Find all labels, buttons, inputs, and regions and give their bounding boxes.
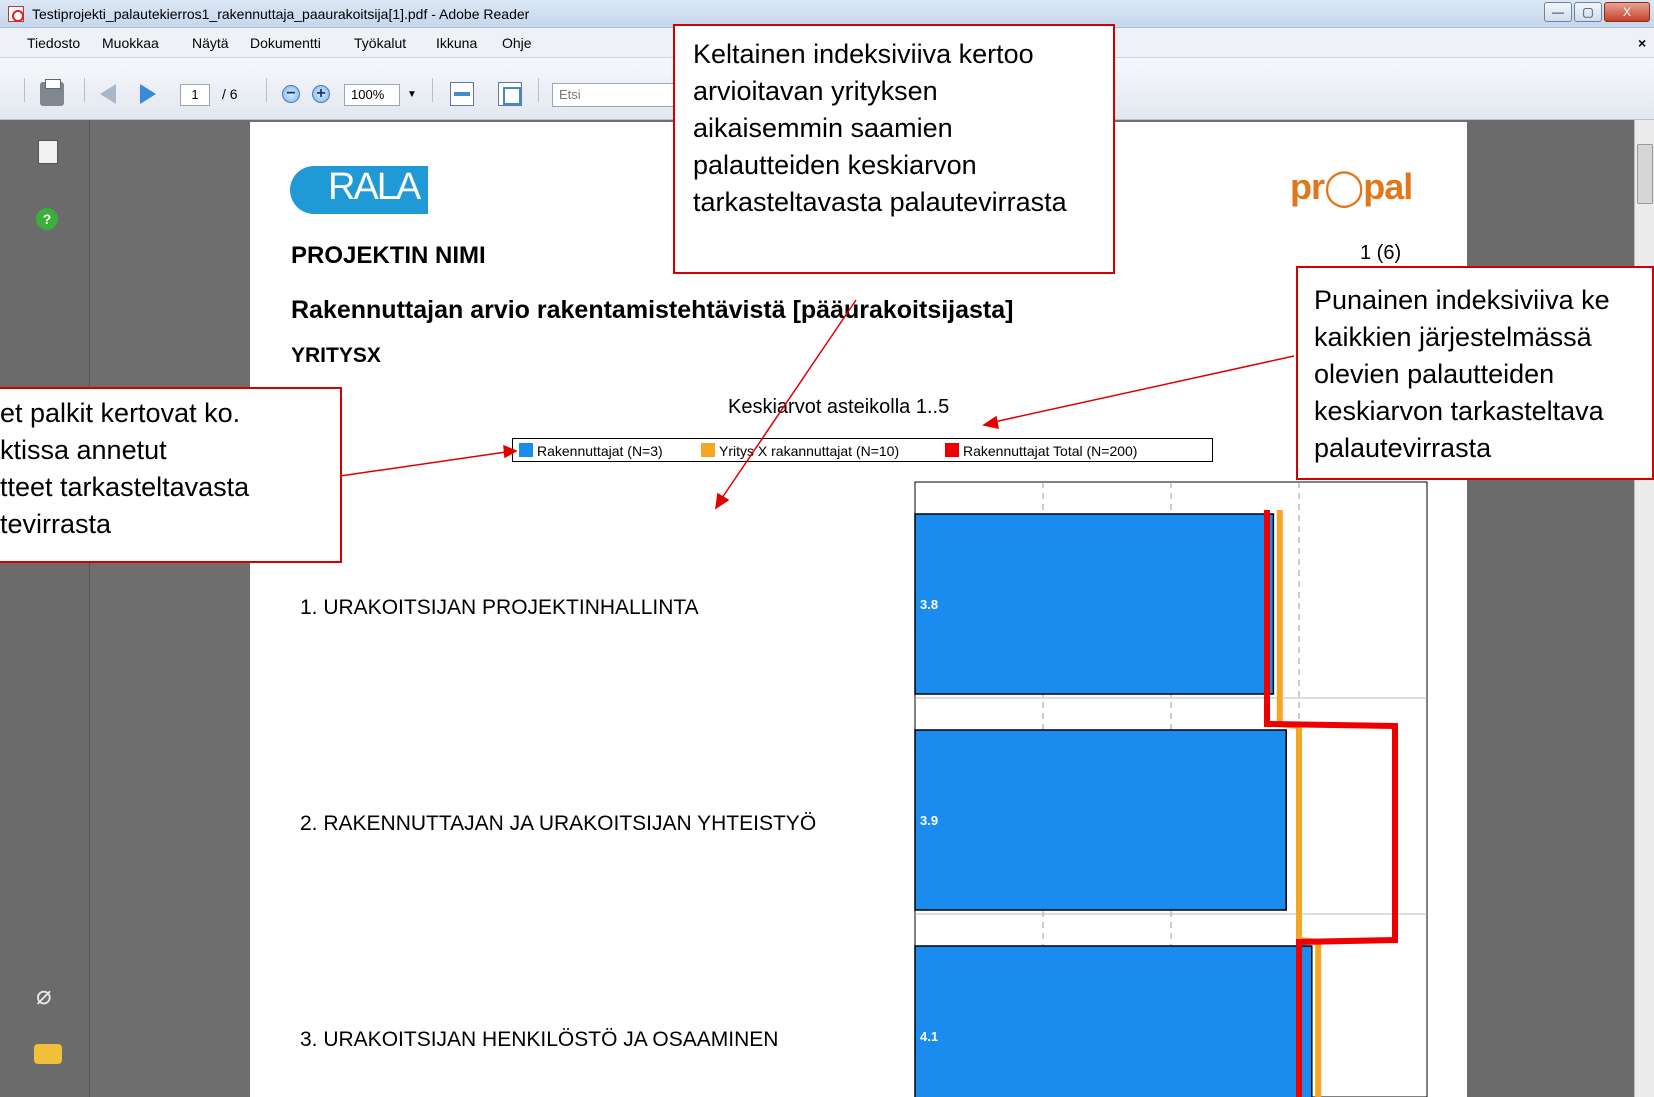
fit-width-icon[interactable]	[450, 82, 474, 106]
callout-line: et palkit kertovat ko.	[0, 398, 241, 428]
callout-blue-bars: et palkit kertovat ko. ktissa annetut tt…	[0, 387, 342, 563]
previous-page-icon[interactable]	[100, 82, 124, 106]
callout-line: olevien palautteiden	[1314, 359, 1555, 389]
page-number-input[interactable]: 1	[180, 84, 210, 106]
callout-line: ktissa annetut	[0, 435, 167, 465]
print-icon[interactable]	[40, 79, 64, 106]
scrollbar-thumb[interactable]	[1637, 144, 1653, 204]
callout-yellow-index: Keltainen indeksiviiva kertoo arvioitava…	[673, 24, 1115, 274]
minimize-button[interactable]: —	[1544, 2, 1572, 22]
navigation-panel: ? ⌀	[0, 120, 90, 1097]
toolbar-separator	[84, 78, 85, 102]
maximize-button[interactable]: ▢	[1574, 2, 1602, 22]
callout-line: kaikkien järjestelmässä	[1314, 322, 1592, 352]
zoom-select[interactable]: 100%	[344, 84, 400, 106]
window-title: Testiprojekti_palautekierros1_rakennutta…	[32, 6, 530, 22]
menu-dokumentti[interactable]: Dokumentti	[250, 35, 321, 51]
toolbar-separator	[432, 78, 433, 102]
toolbar-separator	[538, 78, 539, 102]
callout-line: keskiarvon tarkasteltava	[1314, 396, 1604, 426]
bar	[914, 513, 1275, 695]
menu-ikkuna[interactable]: Ikkuna	[436, 35, 477, 51]
bar	[914, 945, 1313, 1097]
bar-data-label: 4.1	[920, 1029, 938, 1044]
document-close-button[interactable]: ×	[1638, 35, 1646, 51]
callout-line: Punainen indeksiviiva ke	[1314, 285, 1610, 315]
bar	[914, 729, 1287, 911]
toolbar-separator	[24, 78, 25, 102]
bar-data-label: 3.8	[920, 597, 938, 612]
search-input[interactable]: Etsi	[552, 83, 682, 107]
toolbar-separator	[266, 78, 267, 102]
menu-muokkaa[interactable]: Muokkaa	[102, 35, 159, 51]
menu-nayta[interactable]: Näytä	[192, 35, 229, 51]
zoom-out-icon[interactable]: −	[282, 85, 300, 103]
adobe-reader-icon	[8, 6, 24, 22]
menu-tiedosto[interactable]: Tiedosto	[27, 35, 80, 51]
zoom-in-icon[interactable]: +	[312, 85, 330, 103]
callout-red-index: Punainen indeksiviiva ke kaikkien järjes…	[1296, 266, 1654, 480]
page-total: / 6	[222, 86, 238, 102]
fit-page-icon[interactable]	[498, 82, 522, 106]
attachment-icon[interactable]: ⌀	[36, 980, 52, 1011]
comment-icon[interactable]	[34, 1044, 62, 1064]
chevron-down-icon[interactable]: ▼	[407, 89, 417, 100]
callout-line: tevirrasta	[0, 509, 112, 539]
callout-line: tteet tarkasteltavasta	[0, 472, 250, 502]
menu-ohje[interactable]: Ohje	[502, 35, 532, 51]
callout-line: palautevirrasta	[1314, 433, 1492, 463]
menu-tyokalut[interactable]: Työkalut	[354, 35, 406, 51]
help-icon[interactable]: ?	[36, 208, 58, 230]
pages-icon[interactable]	[38, 140, 58, 164]
next-page-icon[interactable]	[140, 82, 164, 106]
bar-data-label: 3.9	[920, 813, 938, 828]
close-button[interactable]: X	[1604, 2, 1650, 22]
